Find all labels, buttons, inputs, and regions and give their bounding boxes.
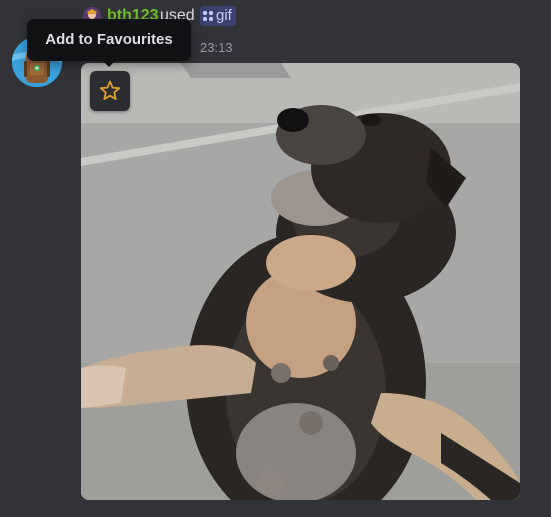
command-name: gif	[216, 7, 232, 24]
app-command-icon	[203, 11, 213, 21]
chat-message-area: bth123 used gif 23:13 Add to Favourites	[0, 0, 551, 517]
add-to-favourites-button[interactable]	[90, 71, 130, 111]
tooltip-label: Add to Favourites	[45, 31, 173, 48]
dog-gif-image	[81, 63, 520, 500]
star-outline-icon	[99, 80, 121, 100]
tooltip-arrow	[103, 61, 115, 67]
command-mention[interactable]: gif	[200, 6, 236, 26]
message-timestamp[interactable]: 23:13	[200, 40, 233, 56]
favourites-tooltip: Add to Favourites	[27, 19, 191, 61]
gif-embed[interactable]	[81, 63, 520, 500]
